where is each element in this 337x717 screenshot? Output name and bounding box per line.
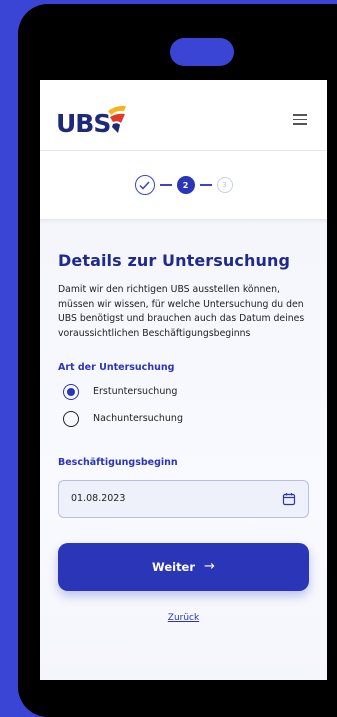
back-link[interactable]: Zurück bbox=[58, 613, 309, 623]
checkmark-icon bbox=[139, 180, 150, 190]
logo-text: UBS bbox=[56, 109, 111, 138]
next-button-label: Weiter bbox=[152, 559, 196, 574]
radio-button[interactable] bbox=[63, 410, 79, 427]
app-header: UBS bbox=[40, 80, 327, 151]
form-content: Details zur Untersuchung Damit wir den r… bbox=[40, 219, 327, 680]
step-2-active: 2 bbox=[176, 176, 195, 194]
calendar-icon[interactable] bbox=[282, 492, 296, 506]
step-connector bbox=[199, 184, 212, 186]
phone-notch bbox=[170, 38, 234, 66]
radio-label: Nachuntersuchung bbox=[93, 413, 183, 425]
page-title: Details zur Untersuchung bbox=[58, 251, 291, 270]
start-date-input[interactable]: 01.08.2023 bbox=[58, 479, 309, 518]
step-connector bbox=[159, 184, 172, 186]
hamburger-menu-icon[interactable] bbox=[293, 114, 307, 125]
start-date-label: Beschäftigungsbeginn bbox=[58, 456, 178, 468]
radio-nachuntersuchung[interactable]: Nachuntersuchung bbox=[58, 410, 309, 427]
date-value: 01.08.2023 bbox=[71, 493, 126, 505]
arrow-right-icon: → bbox=[204, 559, 215, 575]
next-button[interactable]: Weiter → bbox=[58, 542, 309, 591]
step-3-pending: 3 bbox=[216, 177, 233, 193]
step-1-completed bbox=[134, 175, 155, 195]
logo-ribbon-icon bbox=[108, 105, 127, 133]
radio-button-checked[interactable] bbox=[63, 383, 79, 400]
radio-erstuntersuchung[interactable]: Erstuntersuchung bbox=[58, 383, 309, 400]
exam-type-label: Art der Untersuchung bbox=[58, 361, 175, 373]
page-description: Damit wir den richtigen UBS ausstellen k… bbox=[58, 284, 305, 340]
ubs-logo[interactable]: UBS bbox=[56, 104, 132, 136]
radio-label: Erstuntersuchung bbox=[93, 386, 178, 398]
progress-stepper: 2 3 bbox=[40, 151, 327, 219]
app-screen: UBS 2 3 Details zur Untersuchung Damit w… bbox=[40, 80, 327, 680]
